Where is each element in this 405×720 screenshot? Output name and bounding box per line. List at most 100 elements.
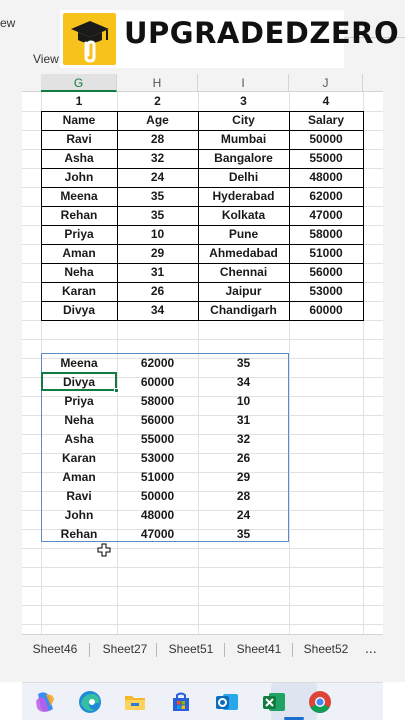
sorted-cell[interactable]: 31 [198, 411, 289, 430]
sorted-cell[interactable]: 60000 [117, 373, 198, 392]
table-cell[interactable]: Priya [41, 225, 117, 244]
sheet-tab[interactable]: Sheet41 [228, 635, 290, 665]
table-cell[interactable]: 53000 [289, 282, 363, 301]
sheet-tab[interactable]: Sheet27 [94, 635, 156, 665]
table-cell[interactable]: Kolkata [198, 206, 289, 225]
number-cell[interactable]: 3 [198, 92, 289, 111]
sheet-tab[interactable]: Sheet52 [295, 635, 357, 665]
sorted-cell[interactable]: Meena [41, 354, 117, 373]
excel-icon[interactable] [261, 689, 287, 715]
table-header-cell[interactable]: Salary [289, 111, 363, 130]
sorted-cell[interactable]: Priya [41, 392, 117, 411]
table-cell[interactable]: 35 [117, 187, 198, 206]
sorted-cell[interactable]: Neha [41, 411, 117, 430]
table-cell[interactable]: 35 [117, 206, 198, 225]
sorted-cell[interactable]: 56000 [117, 411, 198, 430]
sorted-cell[interactable]: Karan [41, 449, 117, 468]
sorted-cell[interactable]: Ravi [41, 487, 117, 506]
file-explorer-icon[interactable] [122, 689, 148, 715]
sheet-tab[interactable]: Sheet51 [160, 635, 222, 665]
number-cell[interactable]: 1 [41, 92, 117, 111]
table-cell[interactable]: John [41, 168, 117, 187]
sorted-cell[interactable]: 48000 [117, 506, 198, 525]
table-header-cell[interactable]: Name [41, 111, 117, 130]
table-cell[interactable]: Aman [41, 244, 117, 263]
column-header-i[interactable]: I [198, 74, 289, 92]
outlook-icon[interactable] [214, 689, 240, 715]
microsoft-store-icon[interactable] [168, 689, 194, 715]
sorted-cell[interactable]: 55000 [117, 430, 198, 449]
fill-handle[interactable] [114, 388, 119, 393]
table-cell[interactable]: 31 [117, 263, 198, 282]
sorted-cell[interactable]: 58000 [117, 392, 198, 411]
sorted-cell[interactable]: John [41, 506, 117, 525]
table-cell[interactable]: 60000 [289, 301, 363, 320]
table-cell[interactable]: 32 [117, 149, 198, 168]
table-cell[interactable]: Chennai [198, 263, 289, 282]
sorted-cell[interactable]: 50000 [117, 487, 198, 506]
table-cell[interactable]: 50000 [289, 130, 363, 149]
sheet-tab[interactable]: Sheet46 [26, 635, 84, 665]
sorted-cell[interactable]: 29 [198, 468, 289, 487]
table-cell[interactable]: 55000 [289, 149, 363, 168]
sorted-cell[interactable]: 28 [198, 487, 289, 506]
chrome-icon[interactable] [307, 689, 333, 715]
table-cell[interactable]: Divya [41, 301, 117, 320]
table-cell[interactable]: 48000 [289, 168, 363, 187]
status-gap [22, 664, 383, 682]
table-cell[interactable]: 58000 [289, 225, 363, 244]
copilot-icon[interactable] [32, 689, 58, 715]
table-header-cell[interactable]: Age [117, 111, 198, 130]
sorted-cell[interactable]: 35 [198, 525, 289, 544]
active-cell[interactable] [41, 372, 117, 391]
table-cell[interactable]: Karan [41, 282, 117, 301]
table-cell[interactable]: Hyderabad [198, 187, 289, 206]
table-cell[interactable]: Delhi [198, 168, 289, 187]
table-cell[interactable]: Rehan [41, 206, 117, 225]
table-cell[interactable]: Ravi [41, 130, 117, 149]
table-cell[interactable]: Pune [198, 225, 289, 244]
table-cell[interactable]: 29 [117, 244, 198, 263]
column-header-j[interactable]: J [289, 74, 363, 92]
sorted-cell[interactable]: Rehan [41, 525, 117, 544]
table-cell[interactable]: Asha [41, 149, 117, 168]
ribbon-tab-view[interactable]: View [33, 52, 59, 66]
number-cell[interactable]: 2 [117, 92, 198, 111]
table-cell[interactable]: 47000 [289, 206, 363, 225]
ribbon-tab-fragment[interactable]: ew [0, 16, 15, 30]
table-cell[interactable]: 51000 [289, 244, 363, 263]
table-header-cell[interactable]: City [198, 111, 289, 130]
table-cell[interactable]: Meena [41, 187, 117, 206]
table-cell[interactable]: 34 [117, 301, 198, 320]
sorted-cell[interactable]: 32 [198, 430, 289, 449]
table-cell[interactable]: Mumbai [198, 130, 289, 149]
table-cell[interactable]: 62000 [289, 187, 363, 206]
table-cell[interactable]: 10 [117, 225, 198, 244]
column-header-h[interactable]: H [117, 74, 198, 92]
table-cell[interactable]: Jaipur [198, 282, 289, 301]
sorted-cell[interactable]: 34 [198, 373, 289, 392]
number-cell[interactable]: 4 [289, 92, 363, 111]
sorted-cell[interactable]: 24 [198, 506, 289, 525]
sorted-cell[interactable]: 35 [198, 354, 289, 373]
sorted-cell[interactable]: 47000 [117, 525, 198, 544]
table-cell[interactable]: 56000 [289, 263, 363, 282]
sorted-cell[interactable]: Asha [41, 430, 117, 449]
sorted-cell[interactable]: 51000 [117, 468, 198, 487]
spreadsheet-grid[interactable]: G H I J 1 2 3 4 Name Age City Salary Ravi 28 M… [22, 74, 383, 634]
table-cell[interactable]: 24 [117, 168, 198, 187]
table-cell[interactable]: 26 [117, 282, 198, 301]
column-header-g[interactable]: G [41, 74, 117, 92]
edge-icon[interactable] [77, 689, 103, 715]
table-cell[interactable]: Chandigarh [198, 301, 289, 320]
table-cell[interactable]: 28 [117, 130, 198, 149]
sorted-cell[interactable]: 62000 [117, 354, 198, 373]
sorted-cell[interactable]: Aman [41, 468, 117, 487]
table-cell[interactable]: Ahmedabad [198, 244, 289, 263]
sorted-cell[interactable]: 26 [198, 449, 289, 468]
sorted-cell[interactable]: 53000 [117, 449, 198, 468]
table-cell[interactable]: Bangalore [198, 149, 289, 168]
sorted-cell[interactable]: 10 [198, 392, 289, 411]
more-tabs-button[interactable]: ... [365, 635, 377, 665]
table-cell[interactable]: Neha [41, 263, 117, 282]
